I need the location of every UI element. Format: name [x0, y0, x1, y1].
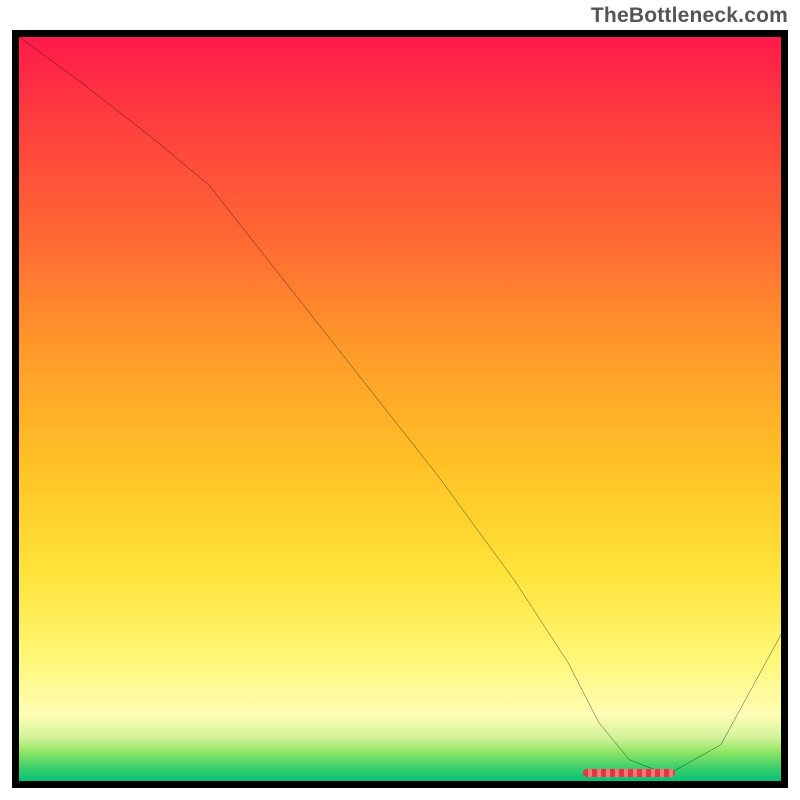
optimal-range-marker: [583, 769, 675, 777]
chart-container: TheBottleneck.com: [0, 0, 800, 800]
watermark-text: TheBottleneck.com: [591, 4, 788, 28]
plot-area: [12, 30, 788, 788]
curve-svg: [18, 36, 782, 782]
bottleneck-curve: [18, 36, 782, 775]
